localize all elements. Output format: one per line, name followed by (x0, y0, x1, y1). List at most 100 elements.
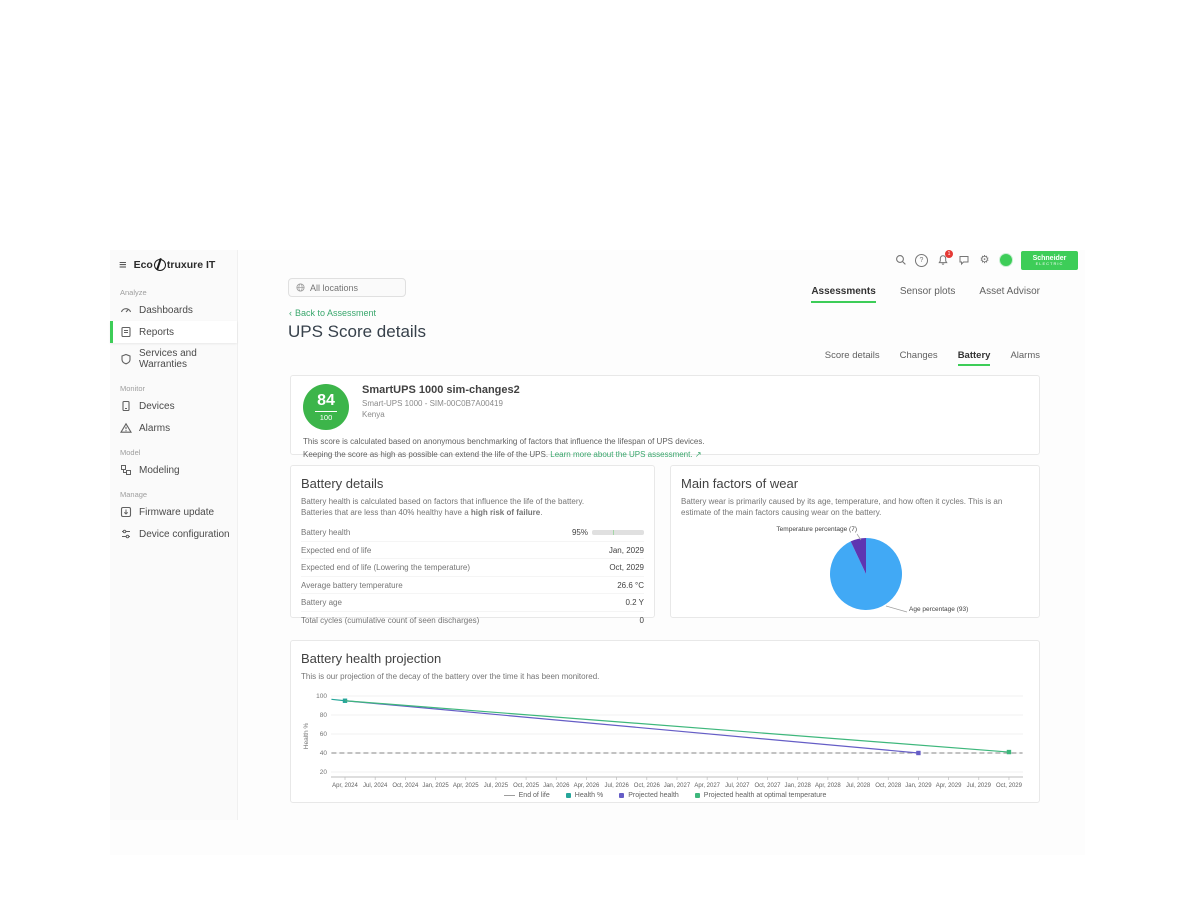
schneider-electric-logo[interactable]: Schneider ELECTRIC (1021, 251, 1078, 270)
score-description: This score is calculated based on anonym… (303, 435, 1027, 461)
sidebar-item-dashboards[interactable]: Dashboards (110, 299, 237, 321)
svg-text:Jan, 2025: Jan, 2025 (422, 783, 449, 789)
svg-text:Apr, 2029: Apr, 2029 (936, 783, 962, 789)
wear-pie-chart: Temperature percentage (7) Age percentag… (681, 522, 1031, 627)
sidebar-item-reports[interactable]: Reports (110, 321, 237, 343)
row-value: 0 (640, 616, 644, 625)
svg-text:100: 100 (316, 693, 327, 700)
menu-icon[interactable]: ≡ (119, 260, 127, 270)
sidebar-item-device-configuration[interactable]: Device configuration (110, 523, 237, 545)
pie-label-temperature: Temperature percentage (7) (776, 526, 857, 533)
battery-row-age: Battery age 0.2 Y (301, 593, 644, 611)
svg-text:Apr, 2028: Apr, 2028 (815, 783, 841, 789)
devices-icon (120, 400, 132, 412)
sidebar-item-label: Dashboards (139, 305, 193, 316)
score-description-line2: Keeping the score as high as possible ca… (303, 448, 1027, 461)
subtab-battery[interactable]: Battery (958, 350, 991, 366)
svg-text:Apr, 2027: Apr, 2027 (694, 783, 720, 789)
wear-pie-svg[interactable] (681, 522, 1031, 627)
row-label: Battery health (301, 528, 350, 537)
legend-marker (695, 793, 700, 798)
notifications-bell-icon[interactable]: 1 (936, 254, 949, 267)
battery-row-cycles: Total cycles (cumulative count of seen d… (301, 611, 644, 629)
settings-gear-icon[interactable]: ⚙ (978, 254, 991, 267)
topbar: ? 1 ⚙ Schneider ELECTRIC (894, 251, 1078, 269)
row-value: 95% (572, 528, 644, 537)
svg-text:Jan, 2028: Jan, 2028 (785, 783, 812, 789)
back-to-assessment-link[interactable]: ‹ Back to Assessment (289, 308, 376, 318)
sidebar-item-alarms[interactable]: Alarms (110, 417, 237, 439)
svg-text:Oct, 2024: Oct, 2024 (392, 783, 419, 789)
sidebar-section-analyze: Analyze (120, 288, 237, 297)
svg-text:Jul, 2024: Jul, 2024 (363, 783, 388, 789)
svg-text:Oct, 2027: Oct, 2027 (755, 783, 782, 789)
svg-text:Apr, 2026: Apr, 2026 (574, 783, 600, 789)
search-icon[interactable] (894, 254, 907, 267)
pie-label-age: Age percentage (93) (909, 606, 968, 613)
sidebar-item-modeling[interactable]: Modeling (110, 459, 237, 481)
battery-health-bar-notch (613, 530, 614, 535)
battery-row-eol-lower-temp: Expected end of life (Lowering the tempe… (301, 558, 644, 576)
tab-asset-advisor[interactable]: Asset Advisor (979, 286, 1040, 303)
sidebar-item-services-and-warranties[interactable]: Services and Warranties (110, 343, 237, 375)
legend-item[interactable]: Health % (566, 792, 603, 799)
sidebar-header: ≡ Eco truxure IT (110, 250, 237, 279)
globe-icon (296, 283, 305, 292)
back-link-label: Back to Assessment (295, 308, 376, 318)
svg-text:Health %: Health % (303, 723, 310, 750)
legend-item[interactable]: Projected health at optimal temperature (695, 792, 827, 799)
feedback-icon[interactable] (957, 254, 970, 267)
subtab-alarms[interactable]: Alarms (1010, 350, 1040, 366)
svg-text:Oct, 2025: Oct, 2025 (513, 783, 540, 789)
battery-details-card: Battery details Battery health is calcul… (290, 465, 655, 618)
alarm-triangle-icon (120, 422, 132, 434)
app-window: ≡ Eco truxure IT Analyze Dashboards Repor… (110, 250, 1085, 855)
subtab-changes[interactable]: Changes (900, 350, 938, 366)
battery-row-eol: Expected end of life Jan, 2029 (301, 541, 644, 559)
location-filter[interactable]: All locations (288, 278, 406, 297)
sidebar-section-monitor: Monitor (120, 384, 237, 393)
modeling-icon (120, 464, 132, 476)
schneider-logo-line2: ELECTRIC (1036, 262, 1064, 266)
device-location: Kenya (362, 410, 520, 419)
wear-card-description: Battery wear is primarily caused by its … (681, 496, 1029, 518)
sidebar-item-label: Alarms (139, 423, 170, 434)
svg-text:60: 60 (320, 731, 328, 738)
learn-more-link[interactable]: Learn more about the UPS assessment. ↗ (550, 450, 701, 459)
svg-text:20: 20 (320, 769, 328, 776)
legend-item[interactable]: Projected health (619, 792, 679, 799)
battery-details-title: Battery details (301, 476, 644, 491)
legend-item[interactable]: End of life (504, 792, 550, 799)
dashboards-icon (120, 304, 132, 316)
projection-chart-svg[interactable]: 10080604020Health %Apr, 2024Jul, 2024Oct… (301, 686, 1031, 790)
sidebar-item-label: Modeling (139, 465, 180, 476)
battery-row-avg-temp: Average battery temperature 26.6 °C (301, 576, 644, 594)
reports-icon (120, 326, 132, 338)
back-chevron-icon: ‹ (289, 308, 292, 318)
tab-sensor-plots[interactable]: Sensor plots (900, 286, 956, 303)
sidebar-item-label: Devices (139, 401, 175, 412)
user-avatar[interactable] (999, 253, 1013, 267)
help-icon[interactable]: ? (915, 254, 928, 267)
svg-text:Jan, 2029: Jan, 2029 (905, 783, 932, 789)
legend-marker (619, 793, 624, 798)
sidebar-item-devices[interactable]: Devices (110, 395, 237, 417)
sidebar-item-firmware-update[interactable]: Firmware update (110, 501, 237, 523)
subtab-score-details[interactable]: Score details (825, 350, 880, 366)
projection-card-title: Battery health projection (301, 651, 1029, 666)
ecostruxure-logo-symbol (154, 259, 166, 271)
battery-desc-line2-bold: high risk of failure (471, 508, 540, 517)
score-divider (315, 411, 337, 412)
sidebar: ≡ Eco truxure IT Analyze Dashboards Repor… (110, 250, 238, 820)
sidebar-section-model: Model (120, 448, 237, 457)
legend-marker (504, 795, 515, 796)
tab-assessments[interactable]: Assessments (811, 286, 875, 303)
score-circle: 84 100 (303, 384, 349, 430)
logo-eco-text: Eco (134, 259, 153, 271)
logo-rest-text: truxure IT (167, 259, 215, 271)
projection-chart-legend: End of life Health % Projected health Proje… (301, 792, 1029, 799)
svg-text:Oct, 2028: Oct, 2028 (875, 783, 902, 789)
sidebar-item-label: Firmware update (139, 507, 214, 518)
row-value: 0.2 Y (625, 598, 644, 607)
firmware-update-icon (120, 506, 132, 518)
